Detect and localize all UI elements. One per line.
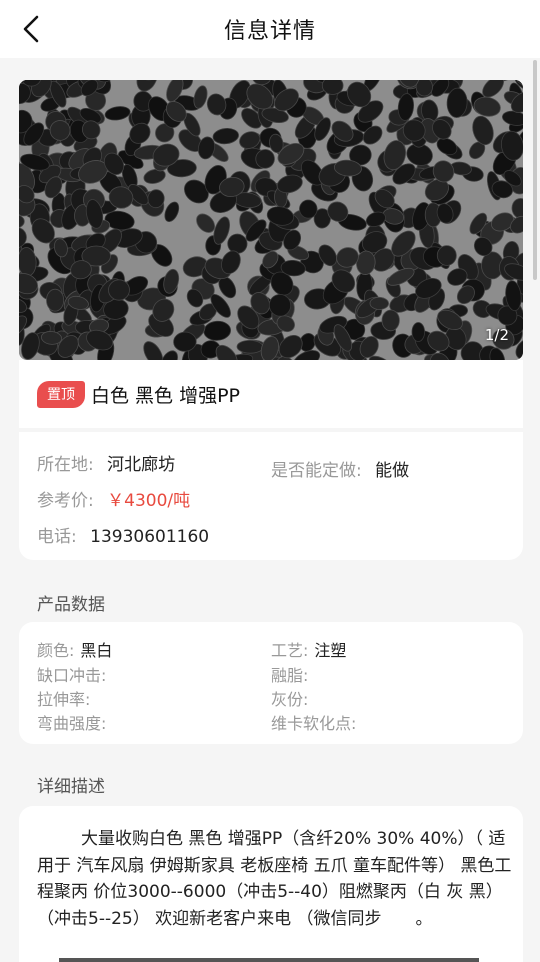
location-label: 所在地:	[37, 455, 94, 475]
description-heading: 详细描述	[37, 777, 105, 797]
nav-bar: 信息详情	[0, 0, 540, 58]
price-value: ￥4300/吨	[107, 491, 191, 511]
data-field: 工艺: 注塑	[271, 637, 346, 661]
field-label: 灰份:	[271, 690, 309, 709]
product-data-card: 颜色: 黑白 工艺: 注塑 缺口冲击: 融脂: 拉伸率: 灰份: 弯曲强度: 维卡软…	[19, 622, 523, 744]
listing-title: 白色 黑色 增强PP	[91, 384, 240, 407]
product-data-heading: 产品数据	[37, 595, 105, 615]
image-counter: 1/2	[484, 326, 509, 344]
top-badge: 置顶	[37, 380, 85, 408]
back-button[interactable]	[14, 12, 48, 46]
field-value: 注塑	[314, 641, 347, 660]
custom-label: 是否能定做:	[271, 461, 362, 481]
scrollbar[interactable]	[533, 60, 537, 280]
data-field: 维卡软化点:	[271, 710, 356, 734]
data-field: 融脂:	[271, 662, 308, 686]
description-image-edge	[59, 958, 479, 962]
listing-title-card: 置顶 白色 黑色 增强PP	[19, 360, 523, 428]
chevron-left-icon	[23, 15, 39, 43]
phone-row[interactable]: 电话: 13930601160	[37, 522, 209, 547]
field-label: 颜色:	[37, 641, 75, 660]
description-text: 大量收购白色 黑色 增强PP（含纤20% 30% 40%）（ 适用于 汽车风扇 …	[37, 829, 512, 929]
data-field: 灰份:	[271, 686, 308, 710]
phone-value[interactable]: 13930601160	[90, 527, 209, 547]
info-card: 所在地: 河北廊坊 是否能定做: 能做 参考价: ￥4300/吨 电话: 139…	[19, 432, 523, 560]
product-image[interactable]: 1/2	[19, 80, 523, 360]
phone-label: 电话:	[37, 527, 77, 547]
field-label: 维卡软化点:	[271, 714, 357, 733]
location-value: 河北廊坊	[107, 455, 176, 475]
custom-row: 是否能定做: 能做	[271, 456, 409, 481]
field-value: 黑白	[80, 641, 113, 660]
data-field: 缺口冲击:	[37, 662, 106, 686]
price-label: 参考价:	[37, 491, 94, 511]
data-field: 颜色: 黑白	[37, 637, 112, 661]
page-title: 信息详情	[223, 19, 316, 44]
pellets-photo	[19, 80, 523, 360]
field-label: 拉伸率:	[37, 690, 91, 709]
location-row: 所在地: 河北廊坊	[37, 450, 175, 475]
field-label: 弯曲强度:	[37, 714, 107, 733]
data-field: 弯曲强度:	[37, 710, 106, 734]
field-label: 融脂:	[271, 666, 309, 685]
custom-value: 能做	[375, 461, 410, 481]
data-field: 拉伸率:	[37, 686, 90, 710]
description-card: 大量收购白色 黑色 增强PP（含纤20% 30% 40%）（ 适用于 汽车风扇 …	[19, 806, 523, 962]
price-row: 参考价: ￥4300/吨	[37, 486, 190, 511]
field-label: 缺口冲击:	[37, 666, 107, 685]
field-label: 工艺:	[271, 641, 309, 660]
